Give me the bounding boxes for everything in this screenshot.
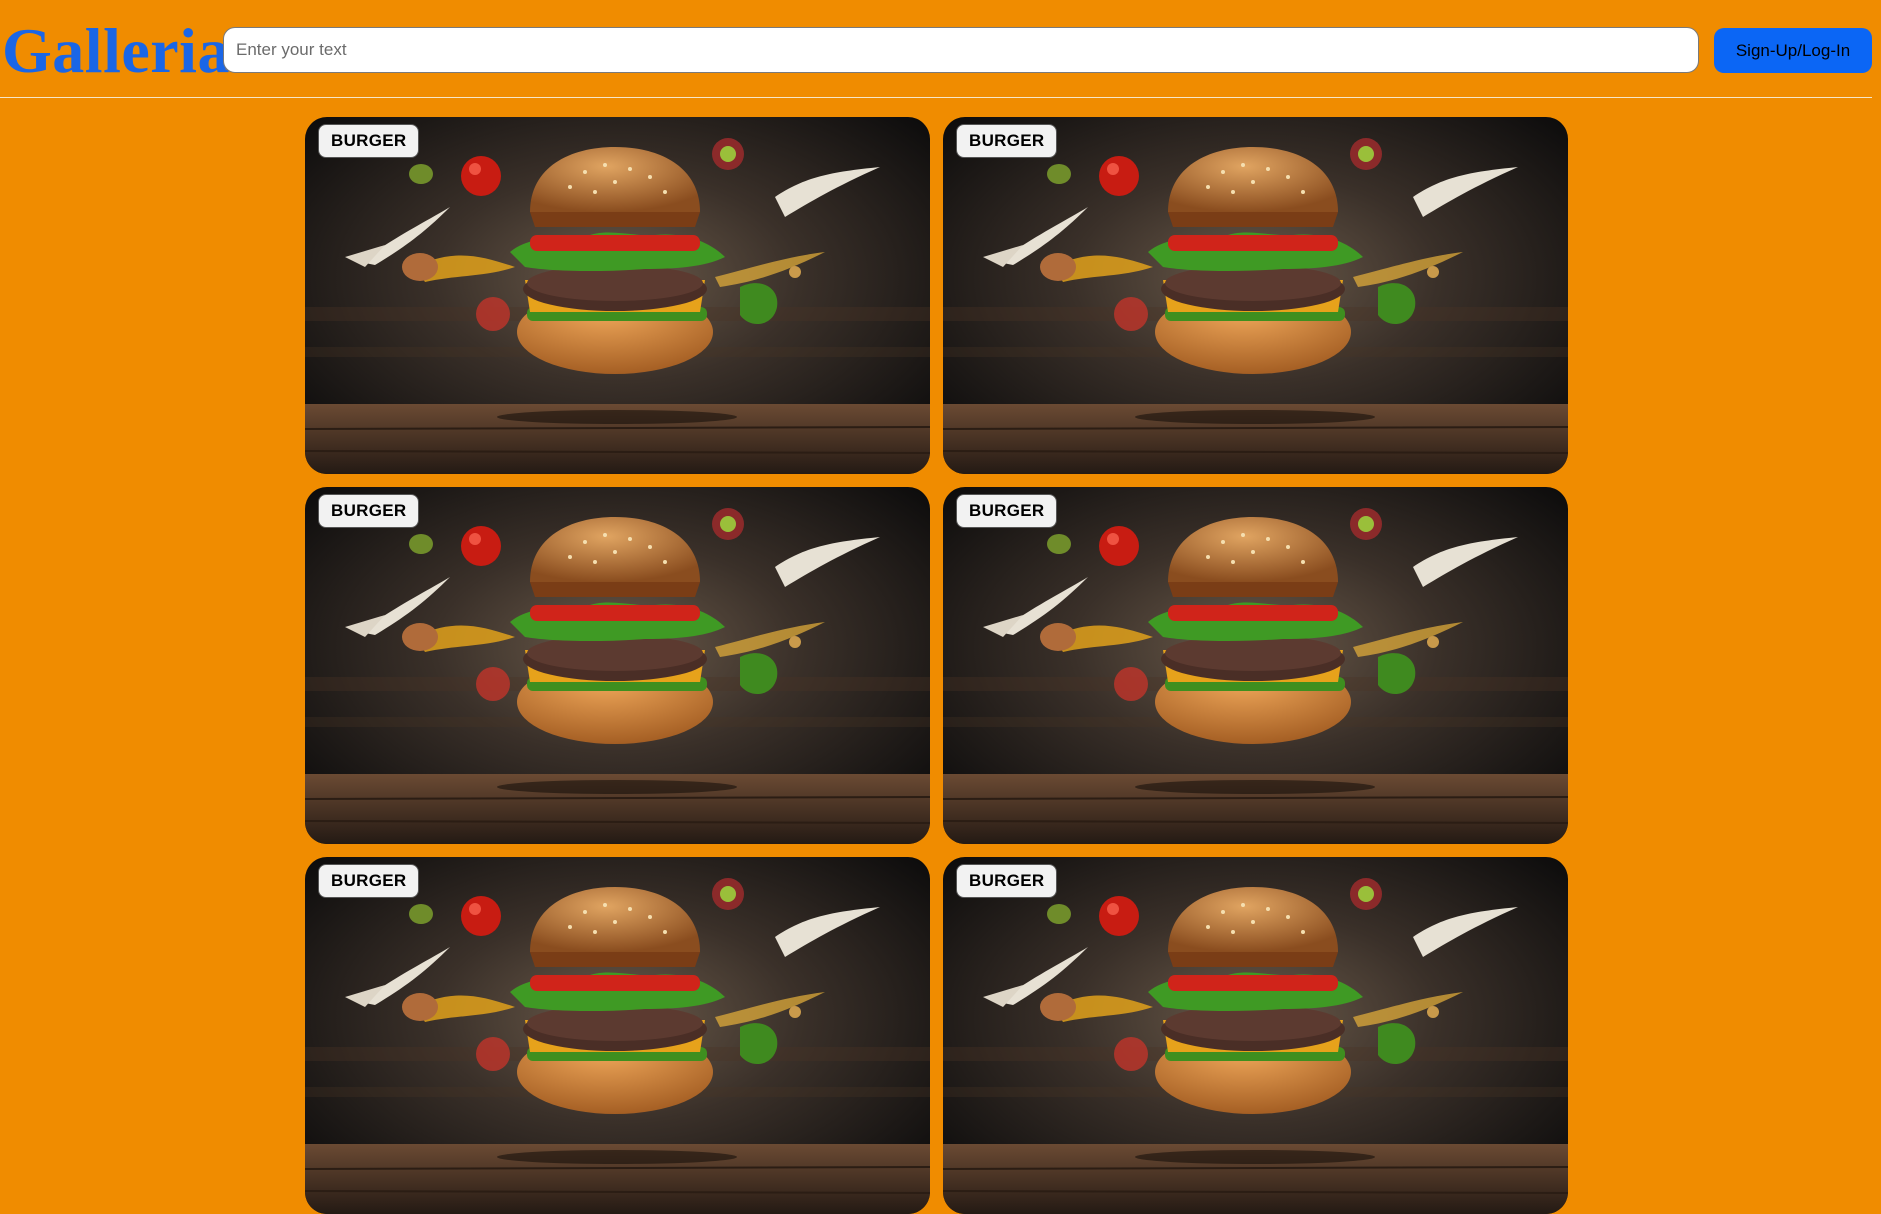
category-badge: BURGER (318, 864, 420, 898)
category-badge: BURGER (956, 124, 1058, 158)
category-badge: BURGER (318, 494, 420, 528)
category-badge: BURGER (318, 124, 420, 158)
signup-login-button[interactable]: Sign-Up/Log-In (1714, 28, 1872, 73)
category-badge: BURGER (956, 864, 1058, 898)
gallery-card[interactable]: BURGER (943, 487, 1568, 844)
header: Galleria Sign-Up/Log-In (0, 0, 1881, 98)
burger-image (943, 117, 1568, 474)
burger-image (305, 487, 930, 844)
gallery-card[interactable]: BURGER (305, 857, 930, 1214)
burger-image (305, 117, 930, 474)
gallery-card[interactable]: BURGER (305, 117, 930, 474)
burger-image (943, 487, 1568, 844)
header-divider (0, 97, 1872, 98)
image-grid: BURGER BURGER BURGER BURGER BURGER BURGE… (305, 117, 1568, 1214)
logo[interactable]: Galleria (2, 14, 230, 88)
category-badge: BURGER (956, 494, 1058, 528)
gallery-card[interactable]: BURGER (305, 487, 930, 844)
gallery-card[interactable]: BURGER (943, 857, 1568, 1214)
search-input[interactable] (223, 27, 1699, 73)
burger-image (943, 857, 1568, 1214)
burger-image (305, 857, 930, 1214)
gallery-card[interactable]: BURGER (943, 117, 1568, 474)
